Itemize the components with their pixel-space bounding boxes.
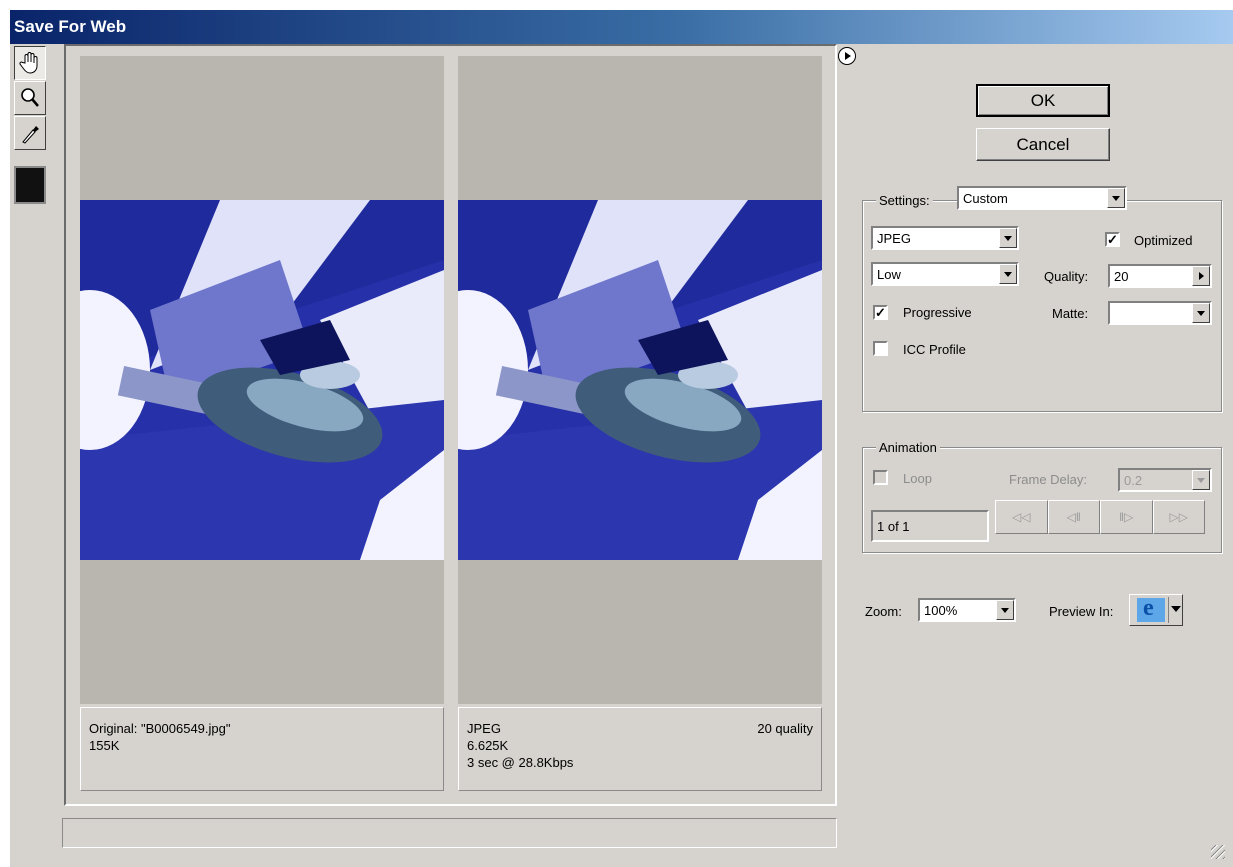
format-dropdown[interactable]: JPEG [871,226,1019,250]
chevron-down-icon [996,600,1014,620]
matte-dropdown[interactable] [1108,301,1212,325]
optimized-info-box: JPEG 20 quality 6.625K 3 sec @ 28.8Kbps [458,707,822,791]
chevron-right-icon [1192,266,1210,286]
matte-label: Matte: [1052,306,1089,321]
cancel-button[interactable]: Cancel [976,128,1110,161]
previous-frame-icon: ◁‖ [1066,510,1081,524]
hand-tool-button[interactable] [14,46,46,80]
first-frame-icon: ◁◁ [1012,510,1031,524]
quality-preset-value: Low [877,267,901,282]
optimize-menu-icon[interactable] [838,47,856,65]
last-frame-button[interactable]: ▷▷ [1152,500,1205,534]
toolbox [14,46,46,151]
next-frame-icon: ‖▷ [1119,510,1134,524]
first-frame-button[interactable]: ◁◁ [995,500,1048,534]
next-frame-button[interactable]: ‖▷ [1100,500,1153,534]
eyedropper-icon [22,126,39,144]
eyedropper-color-swatch[interactable] [14,166,46,204]
settings-preset-dropdown[interactable]: Custom [957,186,1127,210]
loop-label: Loop [903,471,932,486]
optimized-quality: 20 quality [757,721,813,736]
optimized-label: Optimized [1134,233,1193,248]
quality-preset-dropdown[interactable]: Low [871,262,1019,286]
preview-in-browser-button[interactable] [1129,594,1183,626]
frame-delay-label: Frame Delay: [1009,472,1088,487]
hand-icon [19,52,38,74]
zoom-dropdown[interactable]: 100% [918,598,1016,622]
previous-frame-button[interactable]: ◁‖ [1047,500,1100,534]
progressive-checkbox[interactable]: ✓ [873,305,888,320]
preview-in-label: Preview In: [1049,604,1114,619]
original-image [80,200,444,560]
original-size: 155K [89,738,120,753]
frame-counter-value: 1 of 1 [877,519,910,534]
animation-label: Animation [876,440,940,455]
optimized-image [458,200,822,560]
icc-profile-label: ICC Profile [903,342,966,357]
chevron-down-icon [1192,470,1210,490]
zoom-tool-button[interactable] [14,81,46,115]
frame-counter: 1 of 1 [871,510,989,542]
format-value: JPEG [877,231,911,246]
quality-value: 20 [1114,269,1129,284]
zoom-label: Zoom: [865,604,902,619]
loop-checkbox[interactable] [873,470,888,485]
progressive-label: Progressive [903,305,972,320]
window-title: Save For Web [14,17,127,36]
original-preview-pane[interactable] [80,56,444,704]
optimized-preview-pane[interactable] [458,56,822,704]
chevron-down-icon [1192,303,1210,323]
original-filename: Original: "B0006549.jpg" [89,721,231,736]
zoom-value: 100% [924,603,958,618]
magnifier-icon [21,88,39,107]
ok-button[interactable]: OK [976,84,1110,117]
icc-profile-checkbox[interactable] [873,341,888,356]
title-bar: Save For Web [10,10,1233,44]
settings-label: Settings: [876,193,933,208]
quality-label: Quality: [1044,269,1089,284]
chevron-down-icon [999,228,1017,248]
optimized-checkbox[interactable]: ✓ [1105,232,1120,247]
eyedropper-tool-button[interactable] [14,116,46,150]
chevron-down-icon [1171,606,1181,612]
chevron-down-icon [999,264,1017,284]
settings-preset-value: Custom [963,191,1008,206]
original-info-box: Original: "B0006549.jpg" 155K [80,707,444,791]
frame-delay-value: 0.2 [1124,473,1143,488]
quality-input[interactable]: 20 [1108,264,1212,288]
separator [1168,597,1169,623]
last-frame-icon: ▷▷ [1169,510,1188,524]
frame-delay-dropdown[interactable]: 0.2 [1118,468,1212,492]
optimized-size: 6.625K [467,738,509,753]
frame-navigation: ◁◁ ◁‖ ‖▷ ▷▷ [995,500,1205,534]
chevron-down-icon [1107,188,1125,208]
optimized-download-time: 3 sec @ 28.8Kbps [467,755,574,770]
status-bar [62,818,837,848]
resize-grip-icon[interactable] [1211,845,1225,859]
browser-icon [1137,595,1165,622]
